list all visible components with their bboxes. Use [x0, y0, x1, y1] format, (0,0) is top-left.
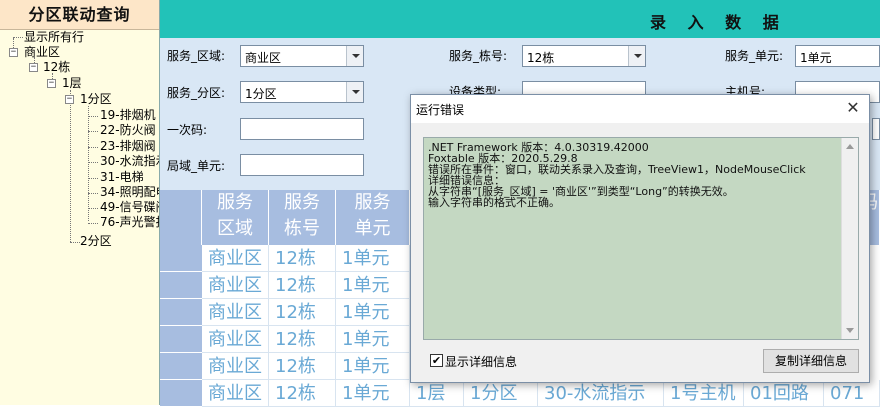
expand-toggle-icon[interactable]: − [29, 63, 38, 72]
grid-header-unit[interactable]: 服务 单元 [336, 190, 410, 245]
right-input-partial[interactable] [872, 118, 880, 140]
close-icon[interactable]: ✕ [845, 99, 861, 117]
local-unit-label: 局域_单元: [167, 159, 226, 173]
dialog-titlebar[interactable]: 运行错误 ✕ [411, 95, 869, 123]
tree-node-building[interactable]: 12栋 [43, 60, 70, 75]
tree-node-zone-1[interactable]: 1分区 [80, 92, 112, 107]
primary-code-label: 一次码: [167, 123, 208, 137]
tree-node-device[interactable]: 19-排烟机 [100, 108, 156, 123]
tree-node-device[interactable]: 76-声光警报 [100, 215, 159, 230]
tree-node-device[interactable]: 23-排烟阀 [100, 139, 156, 154]
left-panel: 分区联动查询 − − − − 显示所有行 商业区 12栋 1层 1分区 19-排… [0, 0, 160, 405]
row-indicator[interactable] [160, 353, 202, 380]
row-indicator[interactable] [160, 245, 202, 272]
error-details-textbox[interactable]: .NET Framework 版本：4.0.30319.42000 Foxtab… [423, 137, 859, 340]
row-indicator[interactable] [160, 380, 202, 407]
show-details-checkbox[interactable]: ✔ [430, 354, 443, 367]
tree-view[interactable]: − − − − 显示所有行 商业区 12栋 1层 1分区 19-排烟机 22-防… [0, 30, 159, 405]
service-zone-label: 服务_分区: [167, 86, 226, 100]
tree-node-device[interactable]: 34-照明配电 [100, 185, 159, 200]
service-unit-value: 1单元 [800, 51, 832, 65]
dialog-title: 运行错误 [416, 103, 465, 117]
tree-node-commercial[interactable]: 商业区 [24, 45, 60, 60]
header-title: 录 入 数 据 [650, 13, 787, 32]
service-building-combo[interactable]: 12栋 [522, 45, 646, 67]
grid-header-area[interactable]: 服务 区域 [202, 190, 269, 245]
grid-header-building[interactable]: 服务 栋号 [269, 190, 336, 245]
service-building-value: 12栋 [527, 51, 555, 65]
table-row[interactable]: 商业区 12栋 1单元 1层 1分区 30-水流指示 1号主机 01回路 071 [160, 380, 880, 407]
service-zone-value: 1分区 [245, 87, 277, 101]
service-building-label: 服务_栋号: [449, 49, 508, 63]
row-indicator[interactable] [160, 272, 202, 299]
tree-node-device[interactable]: 30-水流指示 [100, 154, 159, 169]
local-unit-input[interactable] [240, 154, 364, 176]
error-line: 输入字符串的格式不正确。 [428, 196, 560, 209]
service-unit-combo[interactable]: 1单元 [795, 45, 880, 67]
tree-node-device[interactable]: 49-信号碟阀 [100, 200, 159, 215]
service-zone-combo[interactable]: 1分区 [240, 81, 364, 103]
chevron-down-icon[interactable] [628, 46, 645, 66]
scroll-up-icon[interactable] [846, 144, 854, 149]
tree-node-floor[interactable]: 1层 [62, 76, 82, 91]
tree-node-zone-2[interactable]: 2分区 [80, 234, 112, 249]
vertical-scrollbar[interactable] [841, 138, 858, 339]
row-indicator[interactable] [160, 326, 202, 353]
tree-node-device[interactable]: 31-电梯 [100, 170, 144, 185]
expand-toggle-icon[interactable]: − [65, 95, 74, 104]
scroll-down-icon[interactable] [846, 328, 854, 333]
chevron-down-icon[interactable] [346, 82, 363, 102]
chevron-down-icon[interactable] [346, 46, 363, 66]
service-unit-label: 服务_单元: [725, 49, 784, 63]
header-bar: 录 入 数 据 [160, 0, 880, 38]
row-indicator[interactable] [160, 299, 202, 326]
tree-node-show-all[interactable]: 显示所有行 [24, 30, 84, 45]
tree-node-device[interactable]: 22-防火阀 [100, 123, 156, 138]
error-dialog: 运行错误 ✕ .NET Framework 版本：4.0.30319.42000… [410, 94, 870, 383]
panel-title: 分区联动查询 [0, 0, 159, 30]
service-area-label: 服务_区域: [167, 49, 226, 63]
copy-details-button[interactable]: 复制详细信息 [763, 349, 859, 373]
expand-toggle-icon[interactable]: − [47, 79, 56, 88]
service-area-combo[interactable]: 商业区 [240, 45, 364, 67]
show-details-label[interactable]: 显示详细信息 [445, 353, 517, 370]
service-area-value: 商业区 [245, 51, 282, 65]
grid-corner [160, 190, 202, 245]
expand-toggle-icon[interactable]: − [9, 48, 18, 57]
primary-code-input[interactable] [240, 118, 364, 140]
